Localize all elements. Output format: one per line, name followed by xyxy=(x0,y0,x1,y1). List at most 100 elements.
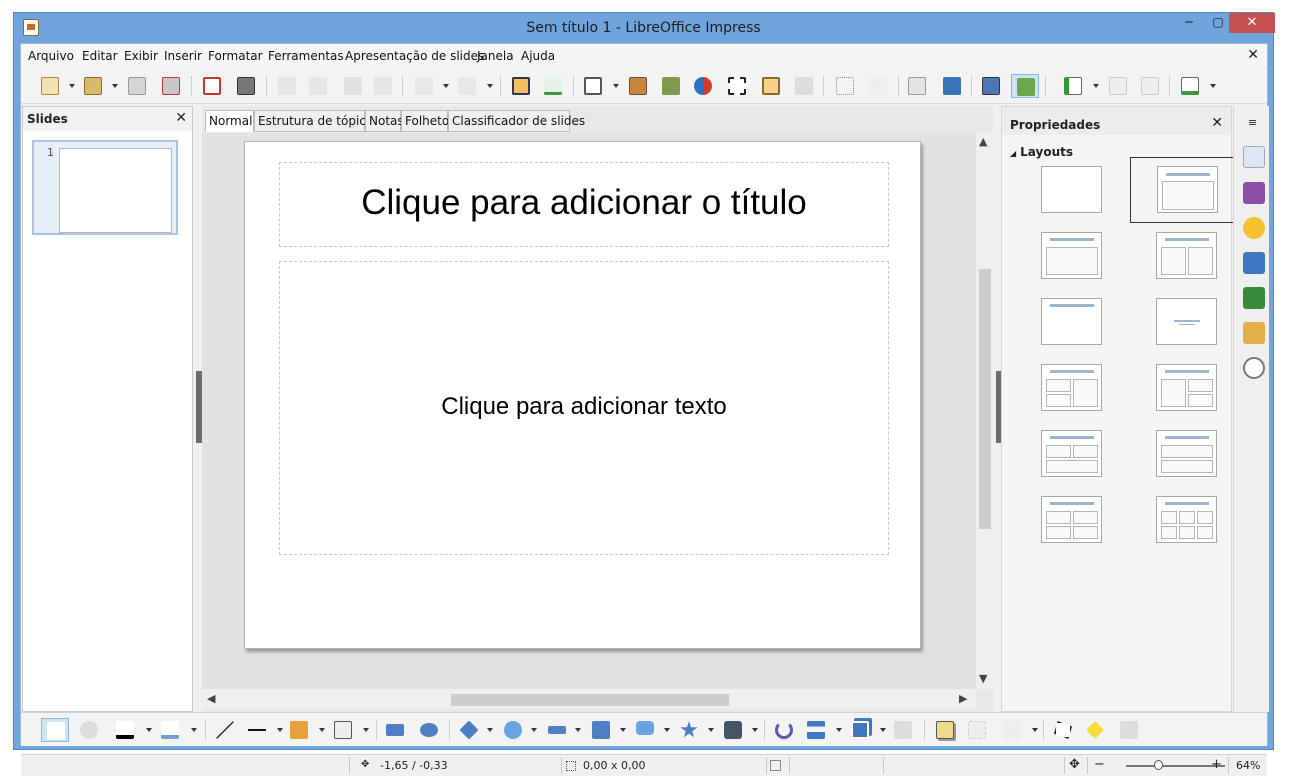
delete-slide-button[interactable] xyxy=(1138,74,1162,98)
filter-button[interactable] xyxy=(1000,718,1024,742)
content-placeholder[interactable]: Clique para adicionar texto xyxy=(279,261,889,555)
layout-title-only-selected[interactable] xyxy=(1130,157,1245,223)
save-button[interactable] xyxy=(125,74,149,98)
stars-dropdown[interactable] xyxy=(708,728,714,732)
align-button[interactable] xyxy=(804,718,828,742)
menu-ajuda[interactable]: Ajuda xyxy=(521,49,555,63)
insert-chart-button[interactable] xyxy=(691,74,715,98)
table-dropdown-arrow[interactable] xyxy=(613,84,619,88)
open-dropdown-arrow[interactable] xyxy=(112,84,118,88)
clone-formatting-button[interactable] xyxy=(371,74,395,98)
3d-objects-dropdown[interactable] xyxy=(752,728,758,732)
redo-button[interactable] xyxy=(455,74,479,98)
rotate-button[interactable] xyxy=(772,718,796,742)
menu-arquivo[interactable]: Arquivo xyxy=(28,49,74,63)
master-slides-icon[interactable] xyxy=(1243,182,1265,204)
zoom-out-button[interactable]: − xyxy=(1094,757,1105,772)
connector-dropdown[interactable] xyxy=(363,728,369,732)
menu-editar[interactable]: Editar xyxy=(82,49,118,63)
new-button[interactable] xyxy=(38,74,62,98)
glue-points-button[interactable] xyxy=(1083,718,1107,742)
layout-title-2content-and-content[interactable] xyxy=(1041,364,1102,411)
insert-fontwork-button[interactable] xyxy=(759,74,783,98)
menu-janela[interactable]: Janela xyxy=(477,49,514,63)
cut-button[interactable] xyxy=(275,74,299,98)
points-button[interactable] xyxy=(1051,718,1075,742)
menu-apresentacao-de-slides[interactable]: Apresentação de slides xyxy=(345,49,484,63)
layout-title-content-and-2content[interactable] xyxy=(1156,364,1217,411)
horizontal-scrollbar[interactable]: ◀ ▶ xyxy=(202,689,976,709)
basic-shapes-button[interactable] xyxy=(457,718,481,742)
curve-button[interactable] xyxy=(287,718,311,742)
block-arrows-button[interactable] xyxy=(545,718,569,742)
scroll-right-icon[interactable]: ▶ xyxy=(959,692,967,705)
properties-wrench-icon[interactable] xyxy=(1243,146,1265,168)
layout-title-2content-over-content[interactable] xyxy=(1041,430,1102,477)
find-replace-button[interactable] xyxy=(509,74,533,98)
3d-objects-button[interactable] xyxy=(721,718,745,742)
scroll-up-icon[interactable]: ▲ xyxy=(979,135,987,148)
layout-title-content-wide[interactable] xyxy=(1041,298,1102,345)
slide-transition-icon[interactable] xyxy=(1243,252,1265,274)
symbol-shapes-dropdown[interactable] xyxy=(531,728,537,732)
save-as-button[interactable] xyxy=(159,74,183,98)
slide[interactable]: Clique para adicionar o título Clique pa… xyxy=(244,141,921,649)
crop-button[interactable] xyxy=(965,718,989,742)
hyperlink-button[interactable] xyxy=(792,74,816,98)
open-button[interactable] xyxy=(81,74,105,98)
layout-title-content[interactable] xyxy=(1041,232,1102,279)
animation-star-icon[interactable] xyxy=(1243,217,1265,239)
fill-color-dropdown[interactable] xyxy=(191,728,197,732)
line-button[interactable] xyxy=(213,718,237,742)
spelling-button[interactable] xyxy=(541,74,565,98)
new-dropdown-arrow[interactable] xyxy=(69,84,75,88)
tab-notas[interactable]: Notas xyxy=(365,110,404,132)
insert-text-box-button[interactable] xyxy=(725,74,749,98)
zoom-slider-handle[interactable] xyxy=(1154,760,1163,770)
callouts-dropdown[interactable] xyxy=(664,728,670,732)
ellipse-button[interactable] xyxy=(417,718,441,742)
layout-title-6content[interactable] xyxy=(1156,496,1217,543)
layouts-section-header[interactable]: ◢ Layouts xyxy=(1010,145,1073,159)
close-window-button[interactable]: ✕ xyxy=(1229,13,1275,33)
extrusion-button[interactable] xyxy=(1117,718,1141,742)
vertical-scrollbar[interactable]: ▲ ▼ xyxy=(976,133,993,689)
curve-dropdown[interactable] xyxy=(319,728,325,732)
slide-layout-dropdown-arrow[interactable] xyxy=(1210,84,1216,88)
insert-media-button[interactable] xyxy=(659,74,683,98)
export-pdf-button[interactable] xyxy=(200,74,224,98)
line-color-dropdown[interactable] xyxy=(146,728,152,732)
duplicate-slide-button[interactable] xyxy=(1106,74,1130,98)
basic-shapes-dropdown[interactable] xyxy=(487,728,493,732)
zoom-pan-button[interactable] xyxy=(905,74,929,98)
close-document-icon[interactable]: ✕ xyxy=(1247,47,1259,63)
zoom-percentage[interactable]: 64% xyxy=(1236,759,1260,772)
select-button[interactable] xyxy=(41,718,69,742)
arrange-dropdown[interactable] xyxy=(880,728,886,732)
distribute-button[interactable] xyxy=(891,718,915,742)
filter-dropdown[interactable] xyxy=(1032,728,1038,732)
fill-color-button[interactable] xyxy=(158,718,182,742)
presenter-console-button[interactable] xyxy=(1011,74,1039,98)
copy-button[interactable] xyxy=(306,74,330,98)
new-slide-dropdown-arrow[interactable] xyxy=(1093,84,1099,88)
line-color-button[interactable] xyxy=(113,718,137,742)
flowchart-button[interactable] xyxy=(589,718,613,742)
minimize-button[interactable]: ─ xyxy=(1174,13,1204,33)
tab-classificador-de-slides[interactable]: Classificador de slides xyxy=(448,110,585,132)
insert-image-button[interactable] xyxy=(626,74,650,98)
grid-button[interactable] xyxy=(833,74,857,98)
tab-normal[interactable]: Normal xyxy=(205,110,254,132)
tab-estrutura-de-topicos[interactable]: Estrutura de tópicos xyxy=(254,110,380,132)
symbol-shapes-button[interactable] xyxy=(501,718,525,742)
redo-dropdown-arrow[interactable] xyxy=(487,84,493,88)
title-placeholder[interactable]: Clique para adicionar o título xyxy=(279,162,889,247)
shadow-button[interactable] xyxy=(933,718,957,742)
connector-button[interactable] xyxy=(331,718,355,742)
close-slides-pane-icon[interactable]: ✕ xyxy=(175,110,187,126)
layout-title-two-content[interactable] xyxy=(1156,232,1217,279)
zoom-pan-tool-button[interactable] xyxy=(77,718,101,742)
gallery-icon[interactable] xyxy=(1243,322,1265,344)
horizontal-scroll-thumb[interactable] xyxy=(451,694,729,706)
menu-formatar[interactable]: Formatar xyxy=(208,49,263,63)
